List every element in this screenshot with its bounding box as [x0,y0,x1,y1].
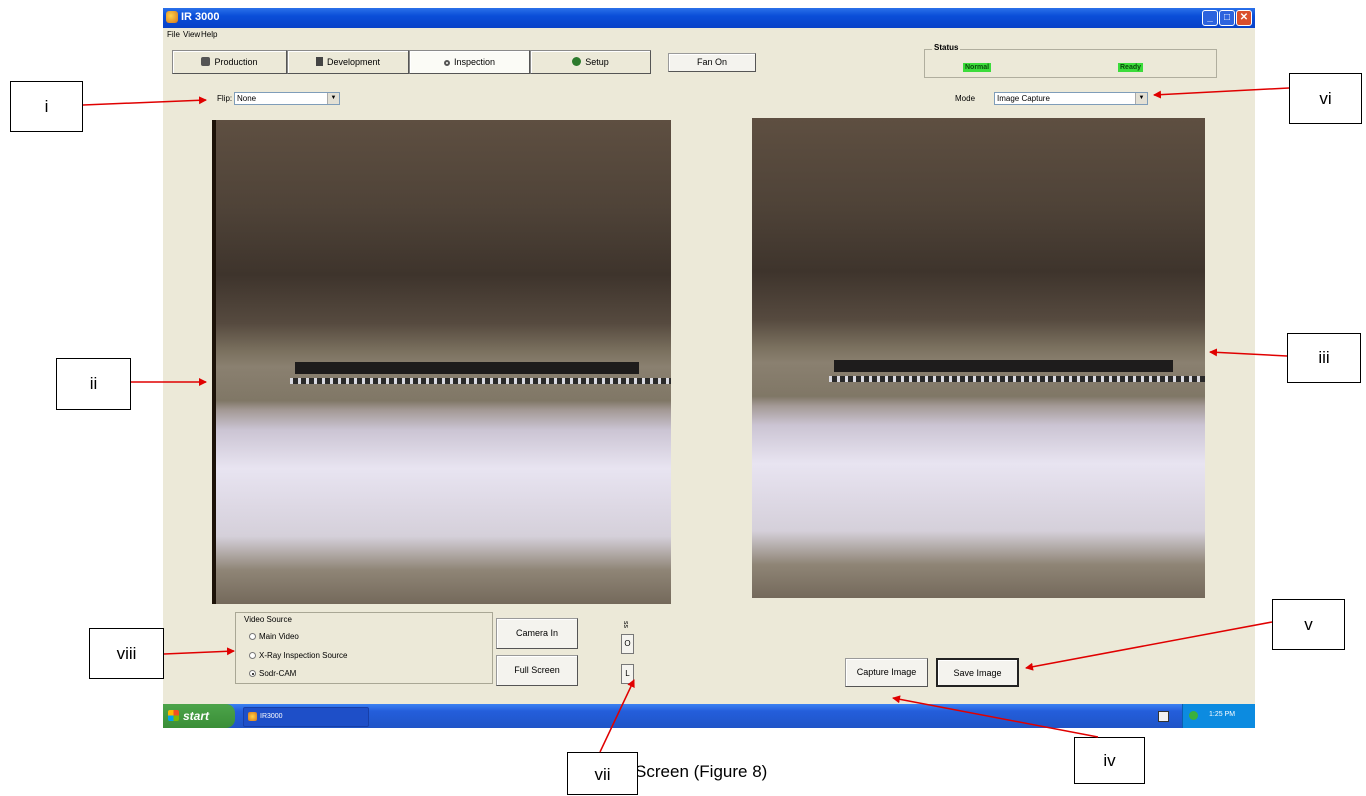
arrow-v [1025,621,1273,671]
arrow-vii [599,679,635,753]
arrow-i [82,96,207,106]
arrow-iii [1209,348,1288,357]
arrow-iv [892,695,1099,738]
arrow-vi [1153,87,1290,99]
annotation-arrows [82,87,1290,753]
arrow-viii [163,647,235,656]
